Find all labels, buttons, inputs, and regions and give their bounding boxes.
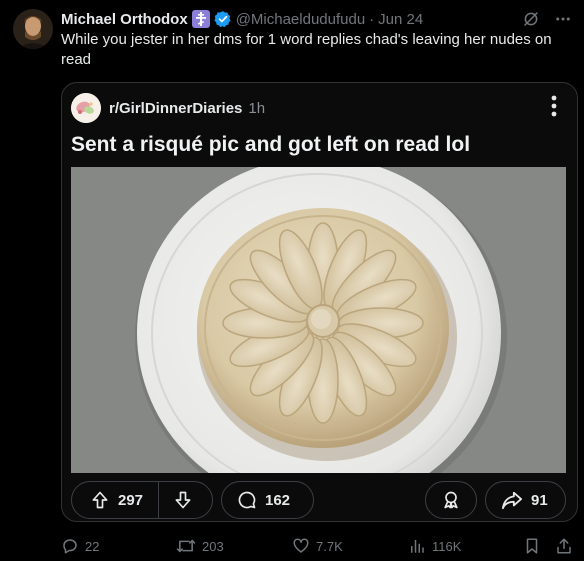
views-icon bbox=[408, 537, 426, 555]
upload-icon[interactable] bbox=[555, 537, 573, 555]
repost-button[interactable]: 203 bbox=[176, 537, 292, 555]
award-button[interactable] bbox=[425, 481, 477, 519]
subreddit-name[interactable]: r/GirlDinnerDiaries bbox=[109, 100, 242, 117]
grok-icon[interactable] bbox=[522, 10, 540, 28]
tweet-header: Michael Orthodox @Michaeldudufudu · Jun … bbox=[61, 9, 572, 29]
share-icon bbox=[501, 490, 523, 510]
tweet-actions: 22 203 7.7K 116K bbox=[61, 536, 581, 556]
downvote-icon[interactable] bbox=[173, 490, 193, 510]
reply-count: 22 bbox=[85, 538, 100, 554]
repost-count: 203 bbox=[202, 538, 224, 554]
embedded-post-card[interactable]: r/GirlDinnerDiaries 1h Sent a risqué pic… bbox=[61, 82, 578, 522]
comments-button[interactable]: 162 bbox=[221, 481, 314, 519]
post-age: 1h bbox=[248, 99, 266, 117]
subreddit-icon[interactable] bbox=[71, 93, 101, 123]
repost-icon bbox=[176, 537, 196, 555]
vote-pill: 297 bbox=[71, 481, 213, 519]
award-icon bbox=[441, 490, 461, 510]
author-name[interactable]: Michael Orthodox bbox=[61, 11, 188, 28]
tweet-utility-buttons bbox=[523, 537, 573, 555]
verified-icon[interactable] bbox=[214, 10, 232, 28]
post-image[interactable] bbox=[71, 167, 566, 473]
like-count: 7.7K bbox=[316, 538, 343, 554]
like-icon bbox=[292, 537, 310, 555]
avatar[interactable] bbox=[13, 9, 53, 49]
like-button[interactable]: 7.7K bbox=[292, 537, 408, 555]
views-count: 116K bbox=[432, 538, 462, 554]
separator: · bbox=[369, 10, 375, 28]
subreddit-row: r/GirlDinnerDiaries 1h bbox=[71, 93, 265, 123]
post-actions: 297 162 91 bbox=[71, 481, 566, 519]
upvote-count: 297 bbox=[118, 491, 144, 509]
vote-divider bbox=[158, 481, 159, 519]
reply-button[interactable]: 22 bbox=[61, 537, 176, 555]
reply-icon bbox=[61, 537, 79, 555]
comment-icon bbox=[237, 490, 257, 510]
comment-count: 162 bbox=[265, 491, 291, 509]
share-count: 91 bbox=[531, 491, 548, 509]
post-title[interactable]: Sent a risqué pic and got left on read l… bbox=[71, 133, 470, 157]
more-icon[interactable] bbox=[554, 10, 572, 28]
upvote-icon[interactable] bbox=[90, 490, 110, 510]
views-button[interactable]: 116K bbox=[408, 537, 523, 555]
kebab-icon[interactable] bbox=[551, 95, 557, 117]
orthodox-cross-badge-icon bbox=[191, 10, 210, 28]
tweet-date[interactable]: Jun 24 bbox=[378, 11, 423, 28]
cookie-on-plate-image bbox=[71, 167, 566, 473]
bookmark-icon[interactable] bbox=[523, 537, 541, 555]
tweet-text: While you jester in her dms for 1 word r… bbox=[61, 31, 552, 68]
share-button[interactable]: 91 bbox=[485, 481, 566, 519]
author-handle[interactable]: @Michaeldudufudu bbox=[236, 11, 365, 28]
avatar-portrait bbox=[13, 9, 53, 49]
